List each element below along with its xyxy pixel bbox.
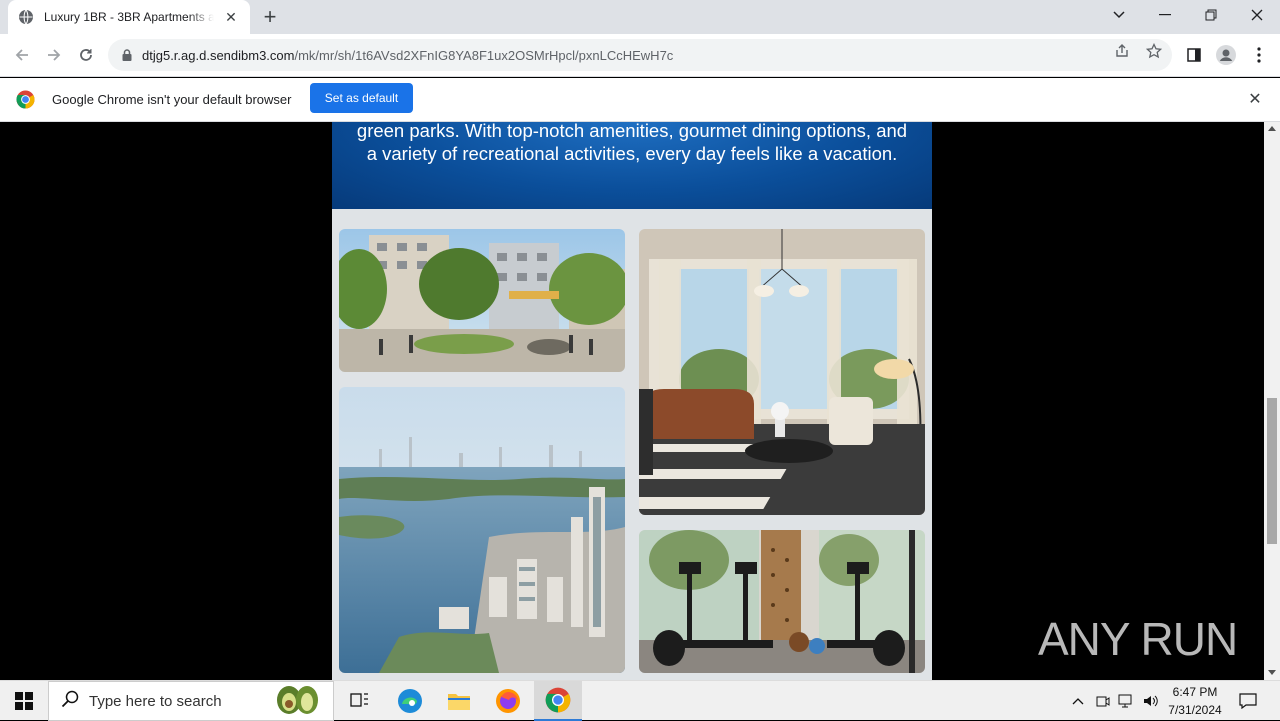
url-host: dtjg5.r.ag.d.sendibm3.com (142, 47, 295, 63)
page-scrollbar[interactable] (1264, 122, 1280, 680)
search-placeholder: Type here to search (89, 692, 222, 710)
minimize-button[interactable] (1142, 0, 1188, 30)
file-explorer-icon[interactable] (435, 681, 483, 721)
page-viewport: green parks. With top-notch amenities, g… (0, 122, 1264, 680)
close-window-button[interactable] (1234, 0, 1280, 30)
windows-logo-icon (15, 692, 33, 710)
globe-icon (18, 9, 34, 25)
url-path: /mk/mr/sh/1t6AVsd2XFnIG8YA8F1ux2OSMrHpcl… (294, 47, 674, 63)
gym-photo[interactable] (639, 530, 925, 673)
plaza-photo[interactable] (339, 229, 625, 372)
infobar-message: Google Chrome isn't your default browser (52, 92, 292, 107)
browser-tab[interactable]: Luxury 1BR - 3BR Apartments at ✕ (8, 0, 250, 34)
side-panel-icon[interactable] (1183, 44, 1205, 66)
watermark-text: ANY RUN (1038, 613, 1238, 665)
tab-title: Luxury 1BR - 3BR Apartments at (44, 10, 214, 24)
chrome-logo-icon (16, 90, 35, 109)
anyrun-watermark: ANY RUN (1038, 606, 1238, 672)
new-tab-button[interactable]: + (258, 4, 282, 29)
forward-button[interactable] (40, 41, 68, 69)
back-button[interactable] (8, 41, 36, 69)
infobar-close-icon[interactable]: ✕ (1246, 90, 1264, 108)
avocado-search-highlight-icon (273, 682, 321, 721)
taskbar-search-box[interactable]: Type here to search (48, 681, 334, 721)
scrollbar-thumb[interactable] (1267, 398, 1277, 544)
windows-taskbar: Type here to search 6:47 PM 7/31/2024 (0, 680, 1280, 721)
browser-toolbar: dtjg5.r.ag.d.sendibm3.com/mk/mr/sh/1t6AV… (0, 34, 1280, 77)
volume-icon[interactable] (1140, 681, 1162, 721)
address-bar[interactable]: dtjg5.r.ag.d.sendibm3.com/mk/mr/sh/1t6AV… (108, 39, 1172, 71)
edge-icon[interactable] (386, 681, 434, 721)
living-room-photo[interactable] (639, 229, 925, 515)
clock-time: 6:47 PM (1172, 685, 1218, 699)
reload-button[interactable] (72, 41, 100, 69)
scroll-down-arrow-icon[interactable] (1268, 670, 1276, 675)
tab-close-icon[interactable]: ✕ (222, 8, 240, 26)
intro-banner: green parks. With top-notch amenities, g… (332, 122, 932, 209)
tab-strip: Luxury 1BR - 3BR Apartments at ✕ + (0, 0, 1280, 34)
firefox-icon[interactable] (484, 681, 532, 721)
email-content: green parks. With top-notch amenities, g… (332, 122, 932, 680)
lock-icon[interactable] (120, 48, 134, 62)
share-icon[interactable] (1113, 42, 1131, 60)
restore-button[interactable] (1188, 0, 1234, 30)
task-view-icon[interactable] (336, 681, 384, 721)
start-button[interactable] (0, 681, 48, 721)
network-icon[interactable] (1116, 681, 1138, 721)
menu-kebab-icon[interactable] (1248, 44, 1270, 66)
default-browser-infobar: Google Chrome isn't your default browser… (0, 78, 1280, 122)
aerial-city-photo[interactable] (339, 387, 625, 673)
system-clock[interactable]: 6:47 PM 7/31/2024 (1160, 683, 1230, 719)
set-as-default-button[interactable]: Set as default (310, 83, 413, 113)
bookmark-star-icon[interactable] (1145, 42, 1163, 60)
profile-avatar-icon[interactable] (1215, 44, 1237, 66)
notification-center-icon[interactable] (1234, 681, 1262, 721)
clock-date: 7/31/2024 (1168, 703, 1222, 717)
scroll-up-arrow-icon[interactable] (1268, 126, 1276, 131)
tab-search-icon[interactable] (1096, 0, 1142, 30)
meet-now-icon[interactable] (1093, 681, 1113, 721)
banner-text: green parks. With top-notch amenities, g… (356, 122, 908, 164)
url-text: dtjg5.r.ag.d.sendibm3.com/mk/mr/sh/1t6AV… (142, 48, 673, 63)
search-icon (61, 690, 79, 713)
show-hidden-icons-chevron-icon[interactable] (1068, 681, 1088, 721)
chrome-taskbar-icon[interactable] (534, 681, 582, 721)
